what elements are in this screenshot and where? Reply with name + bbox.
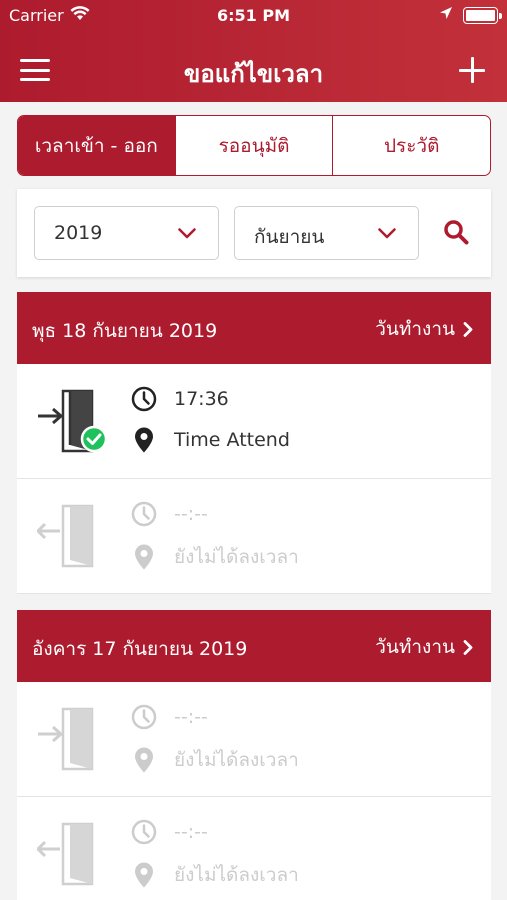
attendance-entry[interactable]: 17:36 Time Attend — [17, 364, 491, 479]
day-status-link[interactable]: วันทำงาน — [375, 314, 473, 344]
check-in-door-icon — [38, 707, 94, 771]
entry-time: --:-- — [174, 821, 208, 843]
year-select[interactable]: 2019 — [34, 206, 219, 260]
day-header: พุธ 18 กันยายน 2019 วันทำงาน — [17, 292, 491, 364]
entry-time-row: --:-- — [131, 704, 208, 730]
month-value: กันยายน — [254, 226, 325, 248]
clock-icon — [131, 386, 157, 412]
status-bar: Carrier 6:51 PM — [0, 0, 507, 30]
entry-location-row: ยังไม่ได้ลงเวลา — [131, 860, 299, 890]
nav-bar: ขอแก้ไขเวลา — [0, 30, 507, 102]
tab-history[interactable]: ประวัติ — [332, 116, 490, 175]
day-date: พุธ 18 กันยายน 2019 — [32, 320, 218, 342]
entry-time: 17:36 — [174, 388, 229, 410]
month-select[interactable]: กันยายน — [234, 206, 419, 260]
clock-icon — [131, 501, 157, 527]
day-status-label: วันทำงาน — [375, 318, 455, 340]
check-in-door-icon — [37, 504, 94, 568]
entry-location-row: ยังไม่ได้ลงเวลา — [131, 745, 299, 775]
filter-panel: 2019 กันยายน — [17, 189, 491, 277]
tab-bar: เวลาเข้า - ออก รออนุมัติ ประวัติ — [17, 115, 491, 176]
chevron-right-icon — [463, 639, 473, 655]
day-status-link[interactable]: วันทำงาน — [375, 632, 473, 662]
location-arrow-icon — [440, 7, 452, 19]
location-pin-icon — [135, 747, 153, 773]
page-title: ขอแก้ไขเวลา — [183, 60, 324, 88]
entry-time-row: 17:36 — [131, 386, 229, 412]
entry-location: ยังไม่ได้ลงเวลา — [174, 749, 299, 771]
app-header: Carrier 6:51 PM ขอแก้ไขเวลา — [0, 0, 507, 102]
attendance-entry[interactable]: --:-- ยังไม่ได้ลงเวลา — [17, 479, 491, 594]
chevron-down-icon — [178, 228, 196, 239]
check-in-door-icon — [38, 389, 108, 453]
entry-time: --:-- — [174, 706, 208, 728]
year-value: 2019 — [54, 222, 103, 244]
entry-time: --:-- — [174, 503, 208, 525]
tab-check-in-out[interactable]: เวลาเข้า - ออก — [18, 116, 175, 175]
entry-location-row: ยังไม่ได้ลงเวลา — [131, 542, 299, 572]
day-header: อังคาร 17 กันยายน 2019 วันทำงาน — [17, 610, 491, 682]
entry-location: Time Attend — [174, 429, 290, 451]
search-icon[interactable] — [443, 219, 469, 245]
location-pin-icon — [135, 427, 153, 453]
entry-location: ยังไม่ได้ลงเวลา — [174, 546, 299, 568]
battery-icon — [463, 7, 502, 24]
clock-icon — [131, 704, 157, 730]
day-status-label: วันทำงาน — [375, 636, 455, 658]
entry-location-row: Time Attend — [131, 427, 290, 453]
tab-pending-approval[interactable]: รออนุมัติ — [174, 116, 333, 175]
entry-time-row: --:-- — [131, 819, 208, 845]
check-in-door-icon — [37, 822, 94, 886]
status-time: 6:51 PM — [216, 6, 290, 25]
day-date: อังคาร 17 กันยายน 2019 — [32, 638, 248, 660]
chevron-down-icon — [378, 228, 396, 239]
add-request-button[interactable] — [459, 57, 485, 83]
attendance-entry[interactable]: --:-- ยังไม่ได้ลงเวลา — [17, 682, 491, 797]
chevron-right-icon — [463, 321, 473, 337]
location-pin-icon — [135, 544, 153, 570]
clock-icon — [131, 819, 157, 845]
location-pin-icon — [135, 862, 153, 888]
attendance-entry[interactable]: --:-- ยังไม่ได้ลงเวลา — [17, 797, 491, 900]
entry-location: ยังไม่ได้ลงเวลา — [174, 864, 299, 886]
entry-time-row: --:-- — [131, 501, 208, 527]
